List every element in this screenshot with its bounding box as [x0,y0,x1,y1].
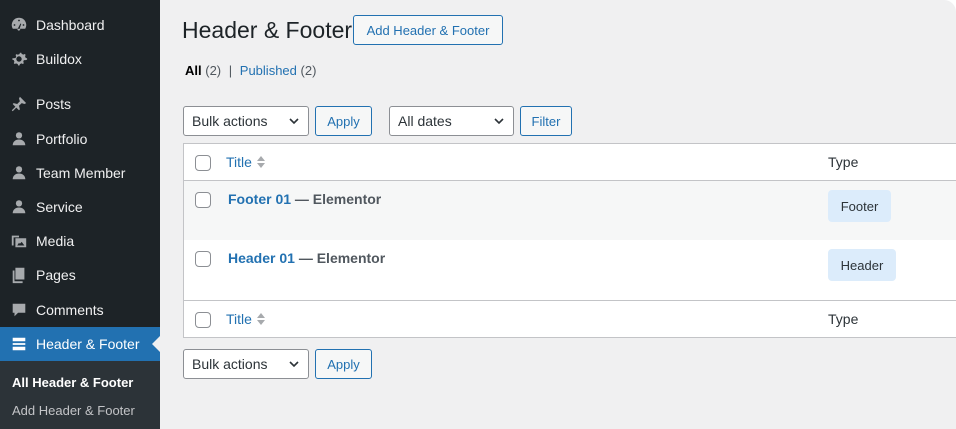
table-row: Footer 01 — Elementor Footer [184,181,956,240]
row-title-suffix: — Elementor [291,191,382,207]
dashboard-icon [0,16,36,34]
menu-item-label: Team Member [36,165,126,181]
menu-item-label: Dashboard [36,17,105,33]
comment-icon [0,301,36,319]
table-row: Header 01 — Elementor Header [184,240,956,300]
sort-icon [256,313,265,325]
chevron-down-icon [289,361,299,368]
pin-icon [0,95,36,113]
filter-separator: | [228,63,233,78]
admin-sidebar: Dashboard Buildox Posts Portfolio Team M… [0,0,160,429]
media-icon [0,232,36,250]
column-footer-type: Type [828,311,859,327]
menu-item-label: Buildox [36,51,82,67]
submenu-item-add-header-footer[interactable]: Add Header & Footer [12,403,135,418]
menu-item-portfolio[interactable]: Portfolio [0,122,160,156]
posts-table: Title Type Footer 01 — Elementor Footer … [183,143,956,338]
filter-published-link[interactable]: Published [240,63,297,78]
bulk-actions-value: Bulk actions [192,356,268,372]
bulk-actions-select-top[interactable]: Bulk actions [183,106,309,136]
column-title-label: Title [226,154,252,170]
row-checkbox[interactable] [195,251,211,267]
date-filter-select[interactable]: All dates [389,106,514,136]
filter-all-count: (2) [205,63,222,78]
select-all-checkbox[interactable] [195,155,211,171]
menu-item-posts[interactable]: Posts [0,87,160,121]
chevron-down-icon [494,118,504,125]
menu-item-media[interactable]: Media [0,224,160,258]
type-badge: Footer [828,190,891,222]
row-title-link[interactable]: Footer 01 [228,191,291,207]
active-indicator [152,336,160,352]
menu-item-label: Posts [36,96,72,112]
bulk-actions-select-bottom[interactable]: Bulk actions [183,349,309,379]
sort-icon [256,156,265,168]
column-header-type: Type [828,154,859,170]
add-header-footer-button[interactable]: Add Header & Footer [353,15,503,45]
date-filter-value: All dates [398,113,452,129]
page-title: Header & Footer [182,17,353,43]
row-title-suffix: — Elementor [294,250,386,266]
user-icon [0,198,36,216]
row-title: Header 01 — Elementor [228,250,385,266]
type-badge: Header [828,249,896,281]
user-icon [0,164,36,182]
menu-item-header-footer[interactable]: Header & Footer [0,327,160,361]
bulk-actions-value: Bulk actions [192,113,268,129]
column-title-label: Title [226,311,252,327]
pages-icon [0,266,36,284]
menu-item-team-member[interactable]: Team Member [0,156,160,190]
menu-item-buildox[interactable]: Buildox [0,42,160,76]
filter-button[interactable]: Filter [520,106,572,136]
column-footer-title[interactable]: Title [226,311,265,327]
apply-button-top[interactable]: Apply [315,106,372,136]
status-filter-links: All (2) | Published (2) [185,63,316,78]
row-title-link[interactable]: Header 01 [228,250,295,266]
gear-icon [0,50,36,68]
menu-item-label: Portfolio [36,131,88,147]
filter-published-count: (2) [300,63,317,78]
menu-item-dashboard[interactable]: Dashboard [0,8,160,42]
submenu: All Header & Footer Add Header & Footer [0,361,160,429]
column-header-title[interactable]: Title [226,154,265,170]
filter-all-link[interactable]: All [185,63,202,78]
menu-item-comments[interactable]: Comments [0,293,160,327]
menu-item-label: Comments [36,302,104,318]
menu-item-label: Pages [36,267,76,283]
footer-divider [184,300,956,301]
menu-item-label: Service [36,199,83,215]
submenu-item-all-header-footer[interactable]: All Header & Footer [12,375,133,390]
menu-item-label: Header & Footer [36,336,140,352]
menu-item-pages[interactable]: Pages [0,258,160,292]
select-all-checkbox-bottom[interactable] [195,312,211,328]
apply-button-bottom[interactable]: Apply [315,349,372,379]
row-title: Footer 01 — Elementor [228,191,381,207]
chevron-down-icon [289,118,299,125]
main-content: Header & Footer Add Header & Footer All … [160,0,956,429]
row-checkbox[interactable] [195,192,211,208]
menu-item-service[interactable]: Service [0,190,160,224]
user-icon [0,130,36,148]
menu-item-label: Media [36,233,75,249]
header-footer-icon [0,335,36,353]
